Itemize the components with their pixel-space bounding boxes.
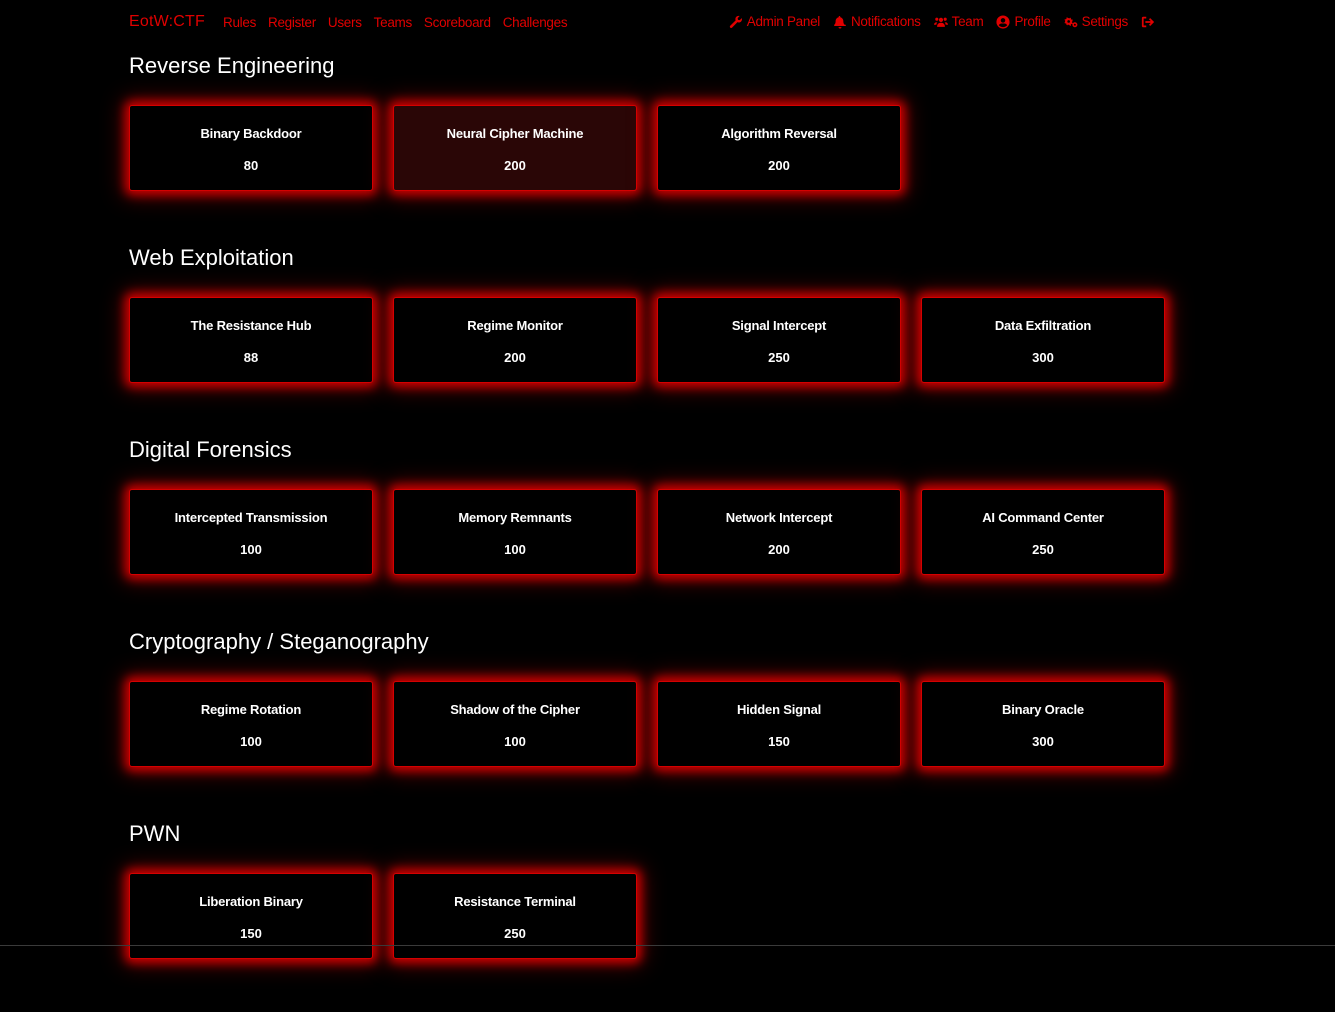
category-title: Reverse Engineering <box>129 52 1169 80</box>
challenge-points: 150 <box>658 734 900 749</box>
nav-link-notifications[interactable]: Notifications <box>833 14 921 29</box>
challenge-card[interactable]: Binary Oracle 300 <box>921 681 1165 767</box>
challenge-card[interactable]: The Resistance Hub 88 <box>129 297 373 383</box>
challenge-points: 100 <box>394 542 636 557</box>
challenge-name: The Resistance Hub <box>130 318 372 333</box>
nav-left-links: Rules Register Users Teams Scoreboard Ch… <box>223 15 579 30</box>
wrench-icon <box>729 15 743 29</box>
team-label: Team <box>952 14 984 29</box>
challenge-card[interactable]: Signal Intercept 250 <box>657 297 901 383</box>
challenge-name: Signal Intercept <box>658 318 900 333</box>
challenge-card[interactable]: Intercepted Transmission 100 <box>129 489 373 575</box>
challenge-points: 250 <box>922 542 1164 557</box>
challenge-card[interactable]: Liberation Binary 150 <box>129 873 373 959</box>
challenge-name: Network Intercept <box>658 510 900 525</box>
sign-out-icon <box>1141 15 1155 29</box>
challenge-card-row: Intercepted Transmission100Memory Remnan… <box>129 489 1169 577</box>
challenge-name: Binary Oracle <box>922 702 1164 717</box>
challenge-name: AI Command Center <box>922 510 1164 525</box>
nav-link-register[interactable]: Register <box>268 15 316 30</box>
challenge-points: 100 <box>394 734 636 749</box>
nav-link-team[interactable]: Team <box>934 14 984 29</box>
nav-link-challenges[interactable]: Challenges <box>503 15 568 30</box>
user-circle-icon <box>996 15 1010 29</box>
nav-link-rules[interactable]: Rules <box>223 15 256 30</box>
challenge-name: Binary Backdoor <box>130 126 372 141</box>
challenge-card[interactable]: Data Exfiltration 300 <box>921 297 1165 383</box>
challenge-card[interactable]: Shadow of the Cipher 100 <box>393 681 637 767</box>
challenge-name: Hidden Signal <box>658 702 900 717</box>
users-icon <box>934 15 948 29</box>
notifications-label: Notifications <box>851 14 921 29</box>
nav-right-links: Admin Panel Notifications Team Profile S… <box>716 14 1159 29</box>
category-section: Cryptography / Steganography Regime Rotat… <box>129 628 1169 820</box>
challenge-name: Memory Remnants <box>394 510 636 525</box>
challenge-points: 250 <box>394 926 636 941</box>
challenge-name: Liberation Binary <box>130 894 372 909</box>
nav-link-logout[interactable] <box>1141 15 1159 29</box>
settings-label: Settings <box>1082 14 1128 29</box>
challenge-card[interactable]: Regime Rotation 100 <box>129 681 373 767</box>
challenge-points: 80 <box>130 158 372 173</box>
challenge-card[interactable]: AI Command Center 250 <box>921 489 1165 575</box>
category-section: PWN Liberation Binary 150 Resistance Termin… <box>129 820 1169 1012</box>
challenge-points: 100 <box>130 734 372 749</box>
challenge-name: Resistance Terminal <box>394 894 636 909</box>
nav-link-profile[interactable]: Profile <box>996 14 1050 29</box>
challenge-card[interactable]: Memory Remnants 100 <box>393 489 637 575</box>
category-title: Cryptography / Steganography <box>129 628 1169 656</box>
admin-panel-label: Admin Panel <box>747 14 820 29</box>
challenge-card[interactable]: Binary Backdoor 80 <box>129 105 373 191</box>
challenge-card[interactable]: Regime Monitor 200 <box>393 297 637 383</box>
challenge-points: 100 <box>130 542 372 557</box>
challenge-name: Intercepted Transmission <box>130 510 372 525</box>
challenge-name: Algorithm Reversal <box>658 126 900 141</box>
challenge-card-row: Regime Rotation 100 Shadow of the Cipher 10… <box>129 681 1169 769</box>
nav-link-teams[interactable]: Teams <box>374 15 412 30</box>
top-navbar: EotW:CTF Rules Register Users Teams Scor… <box>0 0 1335 44</box>
category-section: Reverse Engineering Binary Backdoor 80 Neur… <box>129 52 1169 244</box>
challenge-name: Data Exfiltration <box>922 318 1164 333</box>
challenge-points: 150 <box>130 926 372 941</box>
nav-link-users[interactable]: Users <box>328 15 362 30</box>
challenge-card[interactable]: Algorithm Reversal 200 <box>657 105 901 191</box>
category-section: Web Exploitation The Resistance Hub 88 Regi… <box>129 244 1169 436</box>
challenge-name: Regime Rotation <box>130 702 372 717</box>
nav-link-settings[interactable]: Settings <box>1064 14 1128 29</box>
challenge-points: 250 <box>658 350 900 365</box>
nav-link-admin-panel[interactable]: Admin Panel <box>729 14 820 29</box>
challenge-name: Shadow of the Cipher <box>394 702 636 717</box>
challenge-points: 200 <box>394 158 636 173</box>
challenge-card[interactable]: Neural Cipher Machine 200 <box>393 105 637 191</box>
category-section: Digital Forensics Intercepted Transmissio… <box>129 436 1169 628</box>
nav-link-scoreboard[interactable]: Scoreboard <box>424 15 491 30</box>
category-title: PWN <box>129 820 1169 848</box>
challenge-name: Neural Cipher Machine <box>394 126 636 141</box>
challenge-name: Regime Monitor <box>394 318 636 333</box>
brand-link[interactable]: EotW:CTF <box>129 13 205 31</box>
challenge-card[interactable]: Resistance Terminal 250 <box>393 873 637 959</box>
challenge-points: 200 <box>658 542 900 557</box>
challenge-points: 300 <box>922 734 1164 749</box>
challenge-points: 200 <box>394 350 636 365</box>
challenge-card-row: Binary Backdoor 80 Neural Cipher Machine 20… <box>129 105 1169 193</box>
challenge-card[interactable]: Network Intercept 200 <box>657 489 901 575</box>
challenge-card-row: The Resistance Hub 88 Regime Monitor 200 Sig… <box>129 297 1169 385</box>
window-bottom-border <box>0 945 1335 946</box>
cogs-icon <box>1064 15 1078 29</box>
challenge-board: Reverse Engineering Binary Backdoor 80 Neur… <box>129 52 1169 1012</box>
challenge-points: 88 <box>130 350 372 365</box>
category-title: Digital Forensics <box>129 436 1169 464</box>
category-title: Web Exploitation <box>129 244 1169 272</box>
challenge-points: 300 <box>922 350 1164 365</box>
challenge-points: 200 <box>658 158 900 173</box>
challenge-card[interactable]: Hidden Signal 150 <box>657 681 901 767</box>
bell-icon <box>833 15 847 29</box>
profile-label: Profile <box>1014 14 1050 29</box>
